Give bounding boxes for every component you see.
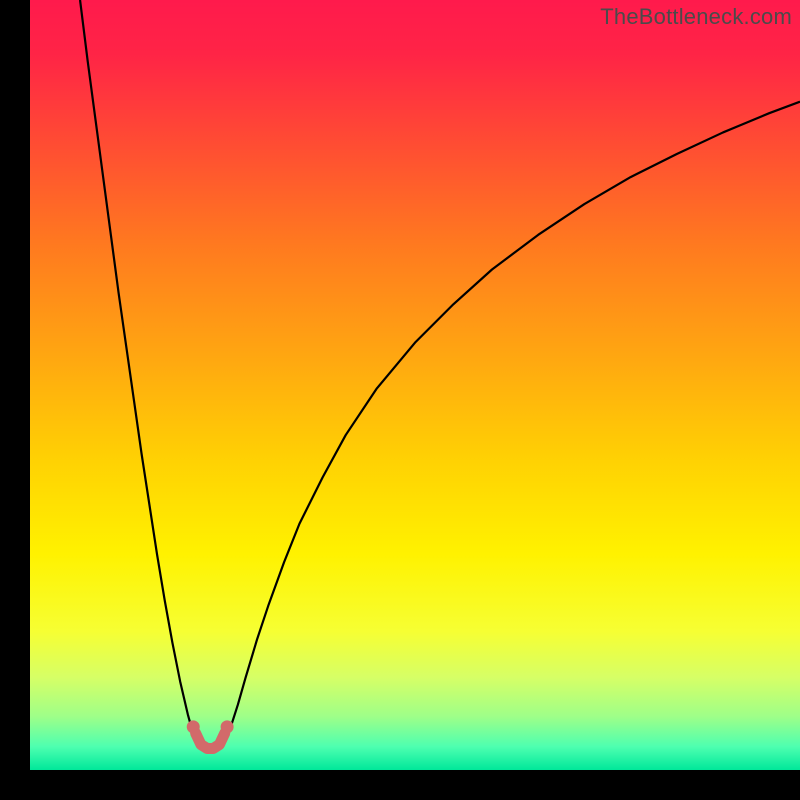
plot-area: TheBottleneck.com <box>30 0 800 770</box>
marker-left-endpoint <box>187 720 200 733</box>
marker-right-endpoint <box>221 720 234 733</box>
watermark-text: TheBottleneck.com <box>600 4 792 30</box>
chart-frame: TheBottleneck.com <box>0 0 800 800</box>
chart-svg <box>30 0 800 770</box>
gradient-background <box>30 0 800 770</box>
